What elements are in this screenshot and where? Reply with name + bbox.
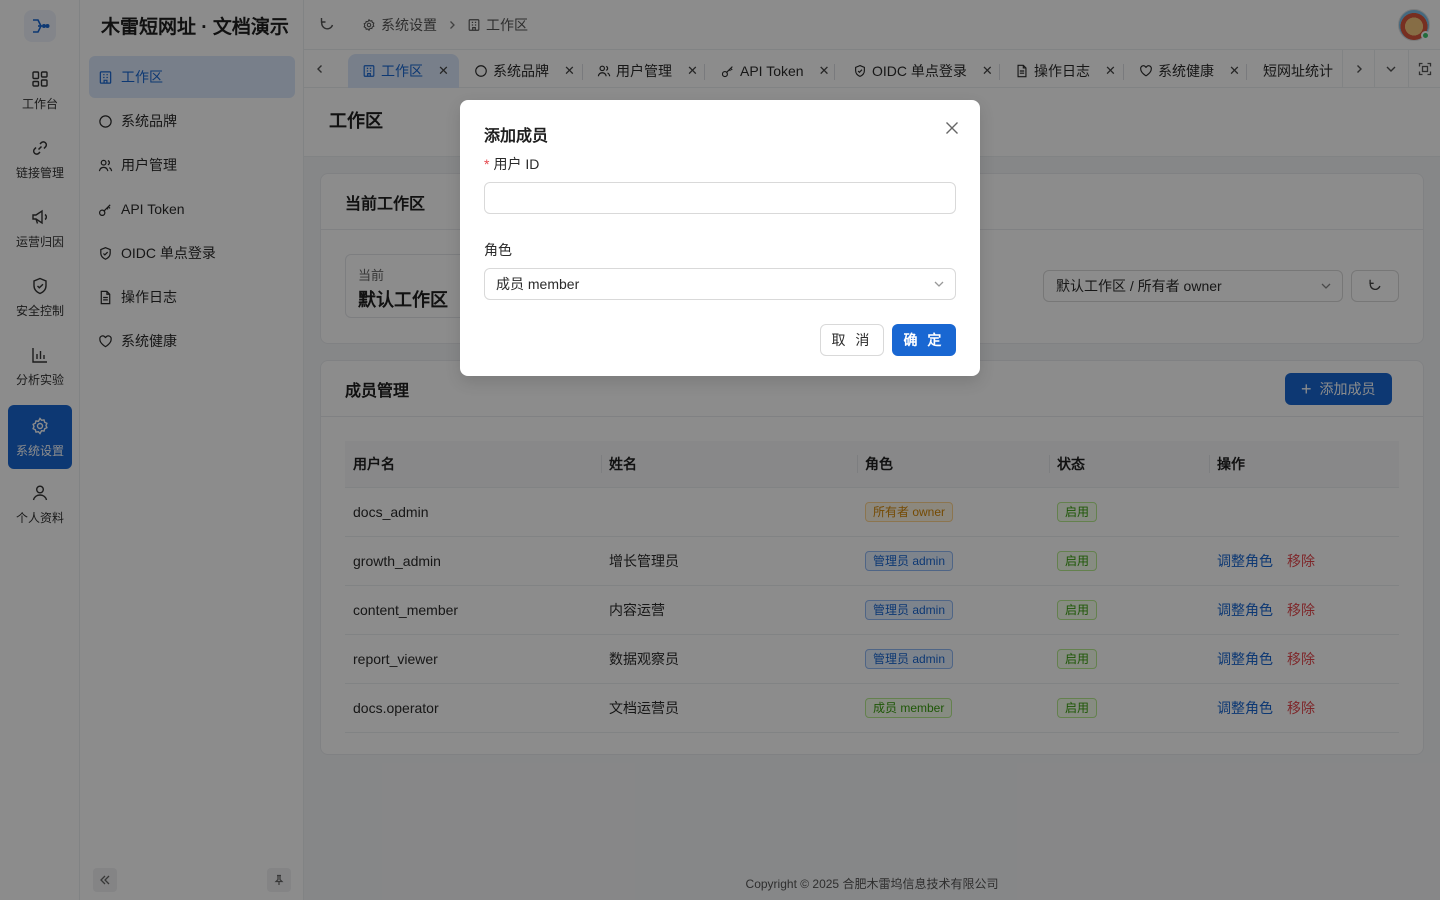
chevron-down-icon: [934, 281, 944, 287]
close-icon: [946, 122, 958, 134]
confirm-button[interactable]: 确 定: [892, 324, 956, 356]
user-id-input[interactable]: [484, 182, 956, 214]
role-select-value: 成员 member: [496, 276, 580, 292]
required-mark: *: [484, 156, 490, 172]
user-id-label: * 用户 ID: [484, 154, 539, 174]
role-label: 角色: [484, 242, 512, 258]
cancel-button[interactable]: 取 消: [820, 324, 884, 356]
user-id-label-text: 用户 ID: [493, 156, 540, 172]
dialog-title: 添加成员: [484, 128, 549, 145]
role-select[interactable]: 成员 member: [484, 268, 956, 300]
close-dialog-button[interactable]: [944, 120, 960, 136]
add-member-dialog: 添加成员 * 用户 ID 角色 成员 member 取 消 确 定: [460, 100, 980, 376]
